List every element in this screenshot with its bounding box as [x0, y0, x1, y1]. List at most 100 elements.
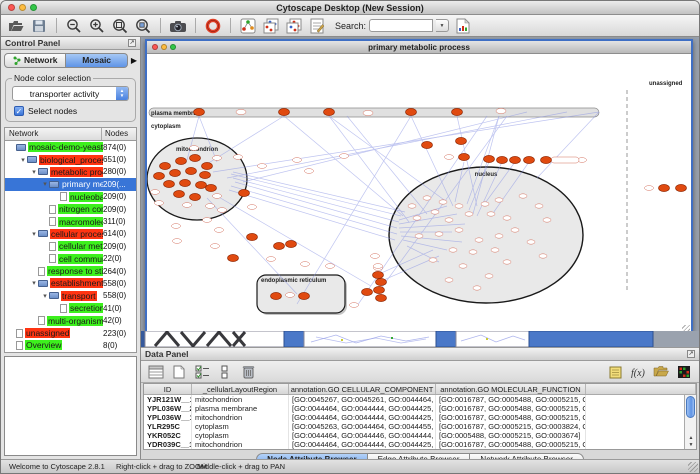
tab-network[interactable]: Network	[4, 53, 66, 68]
node-color-dropdown-value: transporter activity	[13, 87, 116, 100]
search-input[interactable]	[369, 19, 433, 32]
function-icon[interactable]: f(x)	[629, 363, 647, 380]
table-row[interactable]: YLR295C cytoplasm [GO:0045263, GO:004446…	[144, 422, 696, 431]
checked-attributes-icon[interactable]	[193, 363, 211, 380]
tree-node-label: cellular process	[50, 229, 103, 239]
window-titlebar[interactable]: Cytoscape Desktop (New Session)	[1, 1, 699, 15]
network-graph[interactable]: plasma membrane cytoplasm mitochondrion …	[147, 54, 691, 329]
tree-header: Network Nodes	[5, 128, 136, 141]
tree-col-network[interactable]: Network	[5, 128, 102, 140]
col-go-molecular-function[interactable]: annotation.GO MOLECULAR_FUNCTION	[436, 384, 586, 394]
col-cellular-layout-region[interactable]: _cellularLayoutRegion	[192, 384, 289, 394]
open-file-icon[interactable]	[7, 17, 25, 34]
table-row[interactable]: YPL036W__1 mitochondrion [GO:0044464, GO…	[144, 413, 696, 422]
tree-node-label: mosaic-demo-yeast	[28, 142, 103, 152]
data-panel-title-text: Data Panel	[145, 349, 188, 359]
import-folder-icon[interactable]	[652, 363, 670, 380]
tree-row[interactable]: ▾ biological_process 651(0)	[5, 153, 136, 165]
notepad-icon[interactable]	[606, 363, 624, 380]
help-ring-icon[interactable]	[204, 17, 222, 34]
zoom-fit-icon[interactable]	[111, 17, 129, 34]
table-scrollbar[interactable]: ▲▼	[684, 395, 696, 449]
new-attribute-icon[interactable]	[170, 363, 188, 380]
tab-network-label: Network	[24, 55, 58, 65]
expand-arrow-icon[interactable]: ▾	[30, 168, 38, 176]
node-color-selection-label: Node color selection	[12, 73, 93, 83]
scroll-up-icon[interactable]: ▲	[685, 435, 697, 442]
cell-go-mf: [GO:0016787, GO:0005488, GO:0005215, G..…	[436, 440, 586, 449]
snapshot-camera-icon[interactable]	[169, 17, 187, 34]
stacked-networks-icon-2[interactable]	[285, 17, 303, 34]
tree-col-nodes[interactable]: Nodes	[102, 128, 128, 140]
tree-node-label: nitrogen compo	[58, 204, 103, 214]
tree-node-count: 651(0)	[103, 155, 126, 164]
background-windows[interactable]	[141, 331, 699, 347]
tree-row[interactable]: ▾ Overview 8(0)	[5, 339, 136, 351]
tree-node-count: 42(0)	[103, 316, 122, 325]
table-row[interactable]: YPL036W__2 plasma membrane [GO:0044464, …	[144, 404, 696, 413]
colored-nodes-icon[interactable]	[239, 17, 257, 34]
select-nodes-label: Select nodes	[28, 106, 77, 116]
unchecked-attributes-icon[interactable]	[216, 363, 234, 380]
table-row[interactable]: YDR039C__1 mitochondrion [GO:0044464, GO…	[144, 440, 696, 449]
table-row[interactable]: YJR121W__1 mitochondrion [GO:0045267, GO…	[144, 395, 696, 404]
zoom-selected-icon[interactable]	[134, 17, 152, 34]
delete-attribute-icon[interactable]	[239, 363, 257, 380]
tree-row[interactable]: ▾ nitrogen compo 209(0)	[5, 203, 136, 215]
tree-node-count: 8(0)	[103, 341, 117, 350]
cytoplasm-label: cytoplasm	[151, 124, 181, 130]
expand-arrow-icon[interactable]: ▾	[30, 230, 38, 238]
report-icon[interactable]	[454, 17, 472, 34]
expand-arrow-icon[interactable]: ▾	[19, 156, 27, 164]
tree-row[interactable]: ▾ cellular process 614(0)	[5, 228, 136, 240]
tree-row[interactable]: ▾ establishment of lo 558(0)	[5, 277, 136, 289]
col-id[interactable]: ID	[144, 384, 192, 394]
plasma-membrane-region[interactable]	[149, 108, 599, 117]
network-window[interactable]: primary metabolic process plasma membran…	[145, 39, 693, 331]
save-icon[interactable]	[30, 17, 48, 34]
tree-row[interactable]: ▾ response to stimulu 264(0)	[5, 265, 136, 277]
cell-region: plasma membrane	[192, 404, 289, 413]
cell-go-mf: [GO:0005488, GO:0005215, GO:0003674]	[436, 431, 586, 440]
tree-row[interactable]: ▾ multi-organism pro 42(0)	[5, 314, 136, 326]
tabs-overflow-icon[interactable]: ▶	[131, 56, 137, 65]
expand-arrow-icon[interactable]: ▾	[41, 180, 49, 188]
attribute-select-icon[interactable]	[147, 363, 165, 380]
node-color-dropdown[interactable]: transporter activity ▲▼	[12, 86, 129, 101]
tree-row[interactable]: ▾ primary metabo 209(...	[5, 178, 136, 190]
table-edit-icon[interactable]	[308, 17, 326, 34]
tree-row[interactable]: ▾ secretion 41(0)	[5, 302, 136, 314]
tree-row[interactable]: ▾ cell communicat 22(0)	[5, 253, 136, 265]
scroll-down-icon[interactable]: ▼	[685, 442, 697, 449]
tree-row[interactable]: ▾ metabolic process 280(0)	[5, 166, 136, 178]
select-nodes-checkbox[interactable]: ✓	[14, 106, 24, 116]
col-go-cellular-component[interactable]: annotation.GO CELLULAR_COMPONENT	[289, 384, 436, 394]
network-canvas[interactable]: plasma membrane cytoplasm mitochondrion …	[147, 54, 691, 334]
window-resize-grip[interactable]	[688, 462, 698, 472]
tree-row[interactable]: ▾ transport 558(0)	[5, 290, 136, 302]
tree-row[interactable]: ▾ mosaic-demo-yeast 874(0)	[5, 141, 136, 153]
tree-row[interactable]: ▾ cellular metabo 209(0)	[5, 240, 136, 252]
stacked-networks-icon[interactable]	[262, 17, 280, 34]
tab-mosaic[interactable]: Mosaic	[66, 53, 127, 68]
search-dropdown-icon[interactable]: ▼	[436, 19, 449, 32]
cell-region: cytoplasm	[192, 431, 289, 440]
expand-arrow-icon[interactable]: ▾	[30, 279, 38, 287]
birds-eye-view[interactable]	[4, 356, 137, 456]
scrollbar-thumb[interactable]	[686, 396, 695, 418]
tree-row[interactable]: ▾ unassigned 223(0)	[5, 327, 136, 339]
float-panel-icon[interactable]: ↗	[128, 39, 136, 47]
cell-id: YJR121W__1	[144, 395, 192, 404]
matrix-icon[interactable]	[675, 363, 693, 380]
cell-id: YPL036W__1	[144, 413, 192, 422]
network-window-titlebar[interactable]: primary metabolic process	[147, 41, 691, 54]
zoom-in-icon[interactable]	[88, 17, 106, 34]
tree-row[interactable]: ▾ macromolecule 311(0)	[5, 215, 136, 227]
table-row[interactable]: YKR052C cytoplasm [GO:0044464, GO:004444…	[144, 431, 696, 440]
zoom-out-icon[interactable]	[65, 17, 83, 34]
tree-node-count: 264(0)	[103, 267, 126, 276]
window-title: Cytoscape Desktop (New Session)	[1, 3, 699, 13]
float-panel-icon[interactable]: ↗	[687, 350, 695, 358]
expand-arrow-icon[interactable]: ▾	[41, 292, 49, 300]
tree-row[interactable]: ▾ nucleobase- 209(0)	[5, 191, 136, 203]
